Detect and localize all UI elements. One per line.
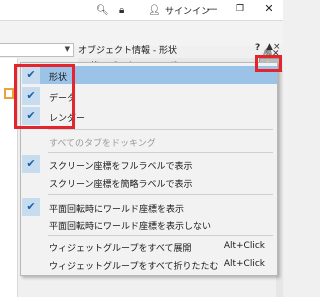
menu-item-plane-show-world[interactable]: ✔ 平面回転時にワールド座標を表示 [22, 198, 277, 216]
selection-marker [4, 88, 14, 99]
menu-item-screen-full-label[interactable]: ✔ スクリーン座標をフルラベルで表示 [22, 155, 277, 173]
shortcut-label: Alt+Click [223, 241, 265, 251]
help-button[interactable]: ? [255, 43, 260, 53]
menu-item-label: スクリーン座標を簡略ラベルで表示 [49, 180, 193, 190]
menu-item-label: ウィジェットグループをすべて展開 [49, 244, 192, 254]
minimize-button[interactable]: — [198, 0, 226, 20]
menu-separator [48, 235, 273, 236]
menu-item-dock-all-tabs[interactable]: すべてのタブをドッキング [22, 132, 277, 150]
annotation-box-tab-menu-button [255, 55, 282, 72]
search-icon[interactable]: 🔍︎ [96, 5, 109, 16]
menu-item-plane-hide-world[interactable]: 平面回転時にワールド座標を表示しない [22, 215, 277, 233]
title-bar: 🔍︎ 🔒︎ 👤︎ サインイン — ❐ ✕ [0, 0, 283, 20]
panel-title: オブジェクト情報 - 形状 [78, 46, 177, 56]
menu-item-expand-all[interactable]: ウィジェットグループをすべて展開 Alt+Click [22, 237, 277, 255]
chevron-down-icon: ▼ [64, 45, 70, 53]
shortcut-label: Alt+Click [223, 259, 265, 269]
menu-item-label: 平面回転時にワールド座標を表示しない [49, 222, 212, 232]
view-combo[interactable]: ▼ [0, 43, 74, 57]
menu-separator [48, 194, 273, 195]
menu-item-collapse-all[interactable]: ウィジェットグループをすべて折りたたむ Alt+Click [22, 255, 277, 273]
menu-separator [48, 129, 273, 130]
check-icon: ✔ [22, 198, 40, 216]
user-icon[interactable]: 👤︎ [148, 5, 161, 16]
close-window-button[interactable]: ✕ [255, 0, 283, 20]
menu-item-screen-short-label[interactable]: スクリーン座標を簡略ラベルで表示 [22, 173, 277, 191]
check-icon: ✔ [22, 155, 40, 173]
lock-icon[interactable]: 🔒︎ [119, 5, 124, 16]
menu-separator [48, 152, 273, 153]
menu-item-label: 平面回転時にワールド座標を表示 [49, 205, 185, 215]
restore-button[interactable]: ❐ [226, 0, 254, 20]
annotation-box-tab-items [14, 64, 75, 129]
menu-item-label: ウィジェットグループをすべて折りたたむ [49, 262, 219, 272]
menu-item-label: すべてのタブをドッキング [49, 139, 156, 149]
menu-item-label: スクリーン座標をフルラベルで表示 [49, 162, 193, 172]
close-panel-button[interactable]: × [273, 42, 281, 52]
dock-icon[interactable]: ▲ [266, 42, 273, 52]
